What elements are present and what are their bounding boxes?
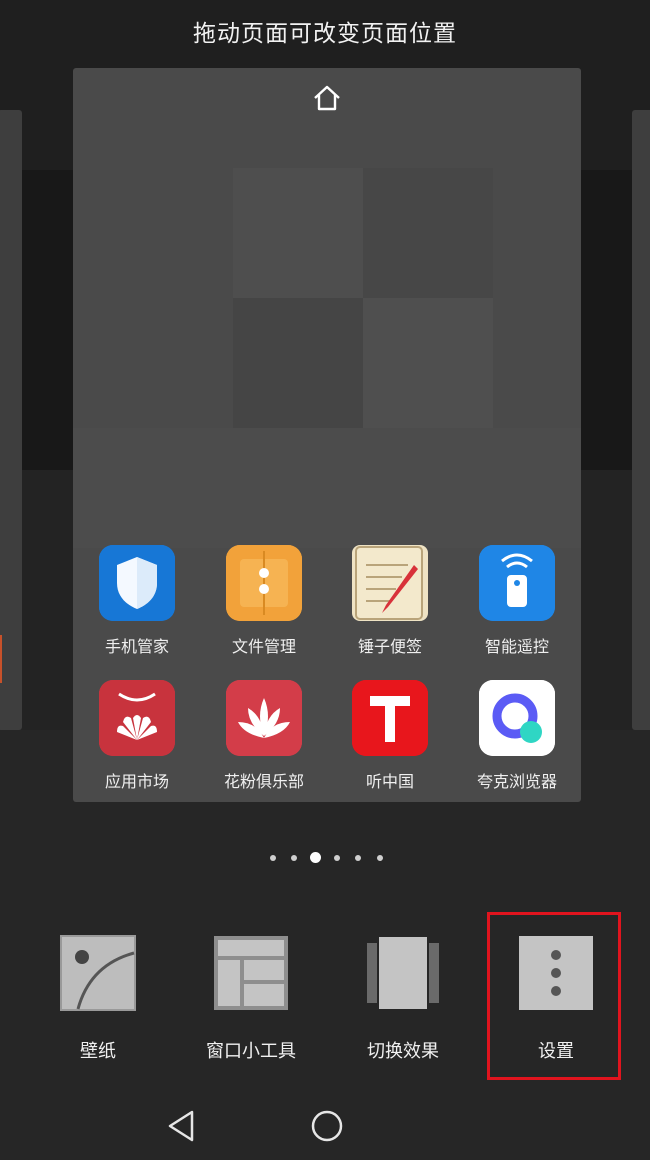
huafen-club-lotus-icon	[226, 680, 302, 756]
app-quark-browser[interactable]: 夸克浏览器	[457, 680, 577, 792]
app-file-manager[interactable]: 文件管理	[204, 545, 324, 657]
widgets-button[interactable]: 窗口小工具	[181, 935, 321, 1063]
background-tile	[363, 168, 493, 298]
background-tile	[73, 428, 581, 548]
huawei-appgallery-icon	[99, 680, 175, 756]
wallpaper-button[interactable]: 壁纸	[28, 935, 168, 1063]
background-tile	[233, 298, 363, 428]
file-manager-folder-icon	[226, 545, 302, 621]
widgets-grid-icon	[213, 935, 289, 1011]
wallpaper-label: 壁纸	[80, 1041, 116, 1062]
settings-highlight-box	[487, 912, 621, 1080]
smart-remote-icon	[479, 545, 555, 621]
app-ting-china[interactable]: 听中国	[330, 680, 450, 792]
widgets-label: 窗口小工具	[206, 1041, 296, 1062]
home-icon	[311, 83, 343, 117]
launcher-edit-screen: { "hint": "拖动页面可改变页面位置", "page": { "home…	[0, 0, 650, 1160]
transition-pages-icon	[365, 935, 441, 1011]
app-label: 夸克浏览器	[476, 772, 557, 791]
next-page-preview[interactable]	[632, 110, 650, 730]
default-home-page-button[interactable]	[306, 80, 348, 120]
back-triangle-icon	[160, 1110, 204, 1152]
background-tile	[363, 298, 493, 428]
previous-page-preview[interactable]	[0, 110, 22, 730]
transition-effect-label: 切换效果	[367, 1041, 439, 1062]
page-dot[interactable]	[334, 855, 340, 861]
page-edge-accent	[0, 635, 2, 683]
home-nav-button[interactable]	[305, 1104, 349, 1148]
app-huafen-club[interactable]: 花粉俱乐部	[204, 680, 324, 792]
back-button[interactable]	[160, 1104, 204, 1148]
page-dot-active[interactable]	[310, 852, 321, 863]
drag-hint-text: 拖动页面可改变页面位置	[193, 21, 457, 47]
page-dot[interactable]	[291, 855, 297, 861]
app-smart-remote[interactable]: 智能遥控	[457, 545, 577, 657]
app-smartisan-notes[interactable]: 锤子便签	[330, 545, 450, 657]
app-phone-manager[interactable]: 手机管家	[77, 545, 197, 657]
page-indicator	[0, 848, 650, 868]
page-dot[interactable]	[355, 855, 361, 861]
app-label: 锤子便签	[357, 637, 422, 656]
app-label: 手机管家	[104, 637, 169, 656]
app-label: 应用市场	[104, 772, 169, 791]
home-circle-icon	[305, 1110, 349, 1152]
background-tile	[233, 168, 363, 298]
app-label: 文件管理	[231, 637, 296, 656]
transition-effect-button[interactable]: 切换效果	[333, 935, 473, 1063]
app-label: 花粉俱乐部	[223, 772, 304, 791]
phone-manager-shield-icon	[99, 545, 175, 621]
notes-pencil-icon	[352, 545, 428, 621]
app-app-gallery[interactable]: 应用市场	[77, 680, 197, 792]
ting-china-t-icon	[352, 680, 428, 756]
page-dot[interactable]	[270, 855, 276, 861]
app-label: 智能遥控	[484, 637, 549, 656]
wallpaper-icon	[60, 935, 136, 1011]
page-dot[interactable]	[377, 855, 383, 861]
quark-browser-icon	[479, 680, 555, 756]
app-label: 听中国	[365, 772, 414, 791]
